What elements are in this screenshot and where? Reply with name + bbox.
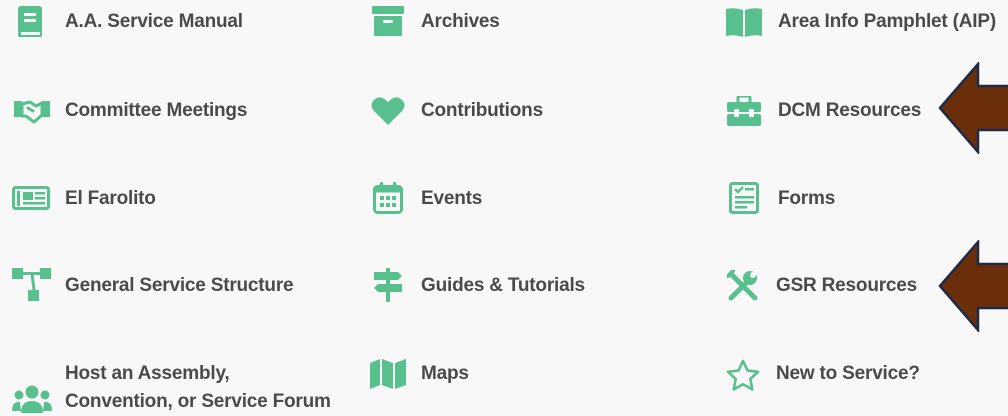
heart-icon (371, 97, 405, 125)
arrow-left-icon (938, 62, 1008, 154)
map-icon (370, 359, 406, 389)
link-label[interactable]: Events (421, 188, 482, 210)
link-label[interactable]: Forms (778, 188, 835, 210)
signpost-icon (374, 268, 402, 302)
link-label[interactable]: DCM Resources (778, 100, 921, 122)
link-label[interactable]: Archives (421, 11, 500, 33)
arrow-left-icon (938, 240, 1008, 332)
link-label[interactable]: El Farolito (65, 188, 156, 210)
link-label[interactable]: Guides & Tutorials (421, 275, 585, 297)
link-label[interactable]: General Service Structure (65, 275, 294, 297)
link-label[interactable]: Committee Meetings (65, 100, 247, 122)
form-icon (729, 182, 759, 214)
newspaper-icon (12, 186, 50, 210)
sitemap-icon (12, 268, 51, 301)
link-label[interactable]: New to Service? (776, 363, 920, 385)
handshake-icon (14, 100, 50, 124)
open-book-icon (726, 8, 762, 37)
link-label-line-2: Convention, or Service Forum (65, 391, 331, 412)
star-outline-icon (726, 359, 760, 391)
users-icon (12, 385, 52, 413)
toolbox-icon (727, 96, 761, 126)
book-icon (18, 6, 42, 37)
link-label-line-1: Host an Assembly, (65, 363, 230, 384)
link-label[interactable]: Host an Assembly, Convention, or Service… (65, 360, 365, 416)
link-label[interactable]: Area Info Pamphlet (AIP) (778, 11, 996, 33)
link-label[interactable]: GSR Resources (776, 275, 917, 297)
tools-icon (727, 270, 758, 301)
calendar-icon (373, 182, 403, 214)
link-label[interactable]: A.A. Service Manual (65, 11, 243, 33)
link-label[interactable]: Maps (421, 363, 469, 385)
link-label[interactable]: Contributions (421, 100, 543, 122)
archive-box-icon (372, 6, 404, 36)
